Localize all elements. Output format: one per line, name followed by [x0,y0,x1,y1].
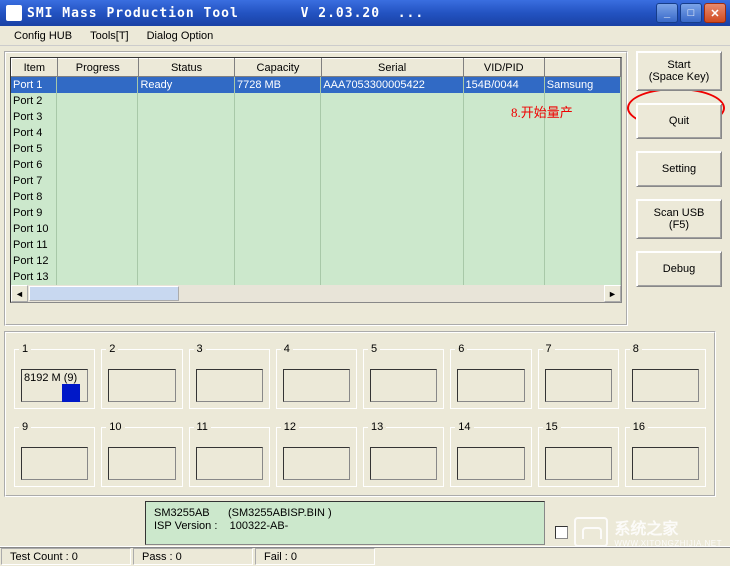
slot-panel: 18192 M (9)2345678 910111213141516 [4,331,716,497]
scroll-left-button[interactable]: ◄ [11,285,28,302]
title-bar: SMI Mass Production Tool V 2.03.20 ... _… [0,0,730,26]
table-row[interactable]: Port 5 [11,141,621,157]
watermark-icon [574,517,608,547]
minimize-button[interactable]: _ [656,3,678,23]
table-row[interactable]: Port 12 [11,253,621,269]
table-row[interactable]: Port 6 [11,157,621,173]
table-row[interactable]: Port 7 [11,173,621,189]
slot-1[interactable]: 18192 M (9) [14,343,95,409]
slot-3[interactable]: 3 [189,343,270,409]
col-status[interactable]: Status [138,59,234,77]
table-row[interactable]: Port 13 [11,269,621,285]
col-serial[interactable]: Serial [321,59,463,77]
slot-6[interactable]: 6 [450,343,531,409]
start-button[interactable]: Start (Space Key) [636,51,722,91]
debug-button[interactable]: Debug [636,251,722,287]
start-label-2: (Space Key) [649,71,710,83]
slot-2[interactable]: 2 [101,343,182,409]
col-vid/pid[interactable]: VID/PID [463,59,544,77]
table-row[interactable]: Port 1Ready7728 MBAAA7053300005422154B/0… [11,77,621,93]
slot-indicator [62,384,80,402]
slot-9[interactable]: 9 [14,421,95,487]
slot-15[interactable]: 15 [538,421,619,487]
info-line2: ISP Version : 100322-AB- [154,520,288,532]
watermark-text: 系统之家 [614,515,722,539]
app-icon [6,5,22,21]
col-progress[interactable]: Progress [57,59,138,77]
slot-8[interactable]: 8 [625,343,706,409]
table-row[interactable]: Port 8 [11,189,621,205]
horizontal-scrollbar[interactable]: ◄ ► [11,285,621,302]
scan-label-2: (F5) [669,219,689,231]
info-line1: SM3255AB (SM3255ABISP.BIN ) [154,507,332,519]
slot-14[interactable]: 14 [450,421,531,487]
scan-usb-button[interactable]: Scan USB (F5) [636,199,722,239]
status-pass: Pass : 0 [133,548,253,565]
setting-button[interactable]: Setting [636,151,722,187]
slot-12[interactable]: 12 [276,421,357,487]
menu-config-hub[interactable]: Config HUB [6,28,80,44]
status-fail: Fail : 0 [255,548,375,565]
checkbox[interactable] [555,526,568,539]
status-test-count: Test Count : 0 [1,548,131,565]
table-row[interactable]: Port 11 [11,237,621,253]
port-table-panel: ItemProgressStatusCapacitySerialVID/PID … [4,51,628,326]
table-row[interactable]: Port 9 [11,205,621,221]
table-row[interactable]: Port 3 [11,109,621,125]
status-bar: Test Count : 0 Pass : 0 Fail : 0 [0,546,730,566]
close-button[interactable]: ✕ [704,3,726,23]
col-item[interactable]: Item [12,59,58,77]
port-table[interactable]: ItemProgressStatusCapacitySerialVID/PID [11,58,621,77]
slot-5[interactable]: 5 [363,343,444,409]
menu-dialog-option[interactable]: Dialog Option [139,28,222,44]
col-extra[interactable] [544,59,620,77]
slot-7[interactable]: 7 [538,343,619,409]
table-row[interactable]: Port 4 [11,125,621,141]
side-buttons: Start (Space Key) Quit Setting Scan USB … [636,51,722,287]
slot-11[interactable]: 11 [189,421,270,487]
watermark: 系统之家 WWW.XITONGZHIJIA.NET [574,515,722,548]
slot-10[interactable]: 10 [101,421,182,487]
start-label-1: Start [667,59,690,71]
slot-16[interactable]: 16 [625,421,706,487]
scan-label-1: Scan USB [654,207,705,219]
col-capacity[interactable]: Capacity [235,59,321,77]
scroll-right-button[interactable]: ► [604,285,621,302]
window-title: SMI Mass Production Tool V 2.03.20 ... [27,6,656,21]
window-controls: _ □ ✕ [656,3,726,23]
quit-button[interactable]: Quit [636,103,722,139]
menu-bar: Config HUBTools[T]Dialog Option [0,26,730,46]
table-row[interactable]: Port 10 [11,221,621,237]
menu-tools-t-[interactable]: Tools[T] [82,28,137,44]
table-row[interactable]: Port 2 [11,93,621,109]
info-panel: SM3255AB (SM3255ABISP.BIN ) ISP Version … [145,501,545,545]
maximize-button[interactable]: □ [680,3,702,23]
slot-4[interactable]: 4 [276,343,357,409]
scroll-thumb[interactable] [29,286,179,301]
slot-13[interactable]: 13 [363,421,444,487]
